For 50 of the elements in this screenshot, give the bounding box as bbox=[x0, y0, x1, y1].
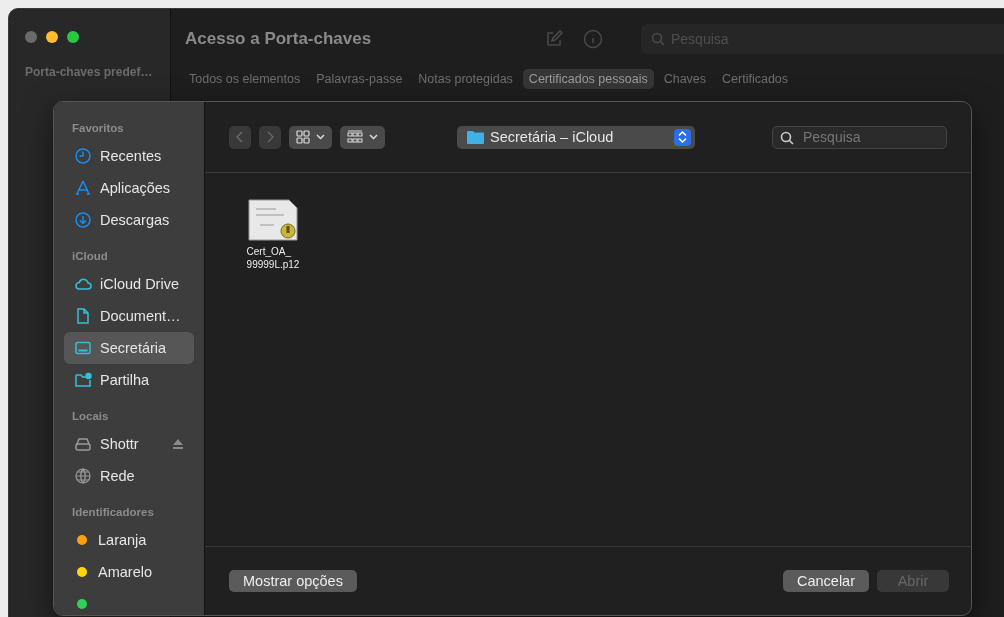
eject-icon[interactable] bbox=[172, 438, 184, 450]
sidebar-item[interactable]: Descargas bbox=[64, 204, 194, 236]
compose-icon[interactable] bbox=[545, 30, 563, 48]
section-heading: Locais bbox=[71, 410, 110, 422]
shared-folder-icon bbox=[74, 371, 92, 389]
stepper-icon bbox=[678, 131, 687, 143]
app-store-icon bbox=[74, 179, 92, 197]
file-name: Cert_OA_ 99999L.p12 bbox=[246, 245, 300, 271]
folder-icon bbox=[467, 130, 484, 144]
download-icon bbox=[74, 211, 92, 229]
section-heading: Identificadores bbox=[71, 506, 155, 518]
caret-icon bbox=[369, 134, 378, 140]
document-icon bbox=[74, 307, 92, 325]
section-heading: Favoritos bbox=[71, 122, 125, 134]
sidebar-item[interactable]: Secretária bbox=[64, 332, 194, 364]
sidebar-item[interactable]: iCloud Drive bbox=[64, 268, 194, 300]
sidebar-item[interactable]: Partilha bbox=[64, 364, 194, 396]
chevron-right-icon bbox=[266, 131, 274, 143]
info-icon[interactable] bbox=[583, 29, 603, 49]
zoom-button[interactable] bbox=[67, 31, 79, 43]
cancel-button[interactable]: Cancelar bbox=[782, 570, 869, 592]
disk-icon bbox=[74, 435, 92, 453]
sidebar-item[interactable]: Amarelo bbox=[64, 556, 194, 588]
location-popup[interactable]: Secretária – iCloud bbox=[457, 125, 695, 149]
sidebar-item[interactable]: Rede bbox=[64, 460, 194, 492]
minimize-button[interactable] bbox=[46, 31, 58, 43]
view-mode-button[interactable] bbox=[289, 125, 332, 149]
sidebar-item[interactable]: Aplicações bbox=[64, 172, 194, 204]
caret-icon bbox=[316, 134, 325, 140]
tab[interactable]: Certificados pessoais bbox=[522, 69, 654, 89]
sidebar-item[interactable]: Shottr bbox=[64, 428, 194, 460]
sidebar-heading: Porta-chaves predef… bbox=[25, 65, 154, 79]
sidebar-item[interactable]: Recentes bbox=[64, 140, 194, 172]
sidebar-item[interactable]: Document… bbox=[64, 300, 194, 332]
grouped-grid-icon bbox=[347, 130, 363, 144]
close-button[interactable] bbox=[25, 31, 37, 43]
section-heading: iCloud bbox=[71, 250, 109, 262]
show-options-button[interactable]: Mostrar opções bbox=[229, 570, 357, 592]
group-button[interactable] bbox=[340, 125, 385, 149]
chevron-left-icon bbox=[236, 131, 244, 143]
forward-button[interactable] bbox=[259, 125, 281, 149]
globe-icon bbox=[74, 467, 92, 485]
search-field[interactable]: Pesquisa bbox=[772, 125, 947, 149]
certificate-file-icon[interactable] bbox=[248, 199, 298, 241]
window-title: Acesso a Porta-chaves bbox=[185, 29, 373, 49]
sidebar-item[interactable]: Laranja bbox=[64, 524, 194, 556]
desktop-icon bbox=[74, 339, 92, 357]
back-button[interactable] bbox=[229, 125, 251, 149]
grid-icon bbox=[296, 130, 310, 144]
clock-icon bbox=[74, 147, 92, 165]
